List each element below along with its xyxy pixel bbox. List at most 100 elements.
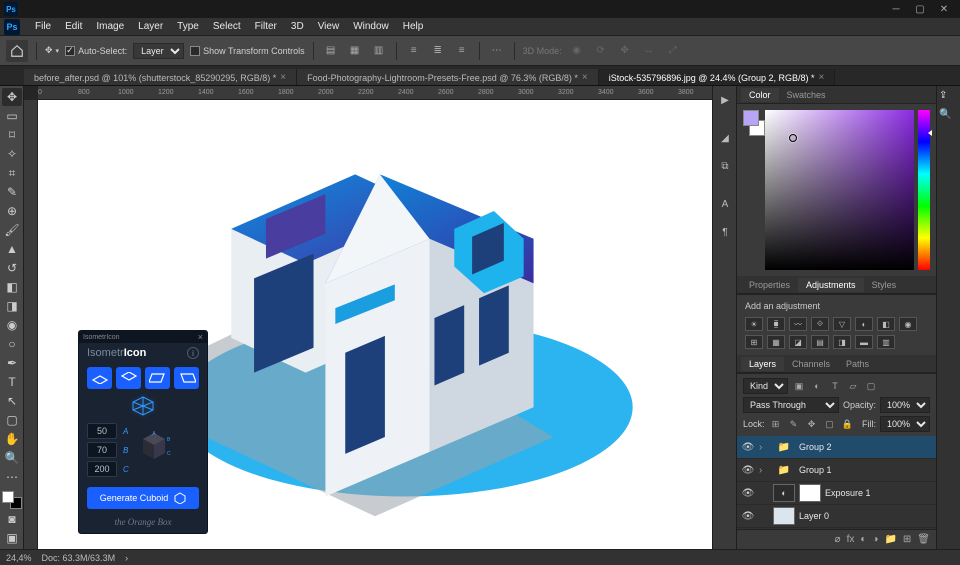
edit-toolbar[interactable]: ⋯ xyxy=(2,468,22,486)
hue-marker-icon[interactable] xyxy=(928,130,932,136)
adj-hue-icon[interactable]: ◐ xyxy=(855,317,873,331)
zoom-level[interactable]: 24,4% xyxy=(6,553,32,563)
menu-help[interactable]: Help xyxy=(396,19,431,34)
layer-row[interactable]: 👁 › 📁 Group 1 xyxy=(737,459,936,482)
layer-row[interactable]: 👁 Layer 0 xyxy=(737,505,936,528)
adj-threshold-icon[interactable]: ◨ xyxy=(833,335,851,349)
tab-adjustments[interactable]: Adjustments xyxy=(798,278,864,292)
input-b[interactable] xyxy=(87,442,117,458)
adj-selective-icon[interactable]: ▥ xyxy=(877,335,895,349)
chevron-icon[interactable]: › xyxy=(759,465,769,476)
adj-poster-icon[interactable]: ▤ xyxy=(811,335,829,349)
adj-ch-mixer-icon[interactable]: ⊞ xyxy=(745,335,763,349)
doc-size[interactable]: Doc: 63.3M/63.3M xyxy=(42,553,116,563)
shape-tool[interactable]: ▢ xyxy=(2,411,22,429)
crop-tool[interactable]: ⌗ xyxy=(2,164,22,182)
doc-tab[interactable]: Food-Photography-Lightroom-Presets-Free.… xyxy=(297,69,599,85)
layer-fx-icon[interactable]: fx xyxy=(847,534,855,545)
link-layers-icon[interactable]: ⌀ xyxy=(835,534,841,545)
menu-image[interactable]: Image xyxy=(89,19,131,34)
show-transform-checkbox[interactable]: Show Transform Controls xyxy=(190,46,305,56)
iso-face-top-button[interactable] xyxy=(145,367,170,389)
new-adj-icon[interactable]: ◑ xyxy=(872,534,878,545)
iso-face-front-button[interactable] xyxy=(174,367,199,389)
move-tool[interactable]: ✥ xyxy=(2,88,22,106)
input-c[interactable] xyxy=(87,461,117,477)
adj-invert-icon[interactable]: ◪ xyxy=(789,335,807,349)
brush-panel-icon[interactable]: ◢ xyxy=(715,128,735,148)
status-chevron-icon[interactable]: › xyxy=(125,553,128,563)
plugin-header[interactable]: IsometrIcon × xyxy=(79,331,207,343)
tab-channels[interactable]: Channels xyxy=(784,357,838,371)
doc-tab[interactable]: before_after.psd @ 101% (shutterstock_85… xyxy=(24,69,297,85)
blend-mode-dropdown[interactable]: Pass Through xyxy=(743,397,839,413)
3d-slide-icon[interactable]: ↔ xyxy=(640,42,658,60)
adj-exposure-icon[interactable]: ⟐ xyxy=(811,317,829,331)
layer-mask-icon[interactable]: ◐ xyxy=(860,534,866,545)
auto-select-checkbox[interactable]: Auto-Select: xyxy=(65,46,127,56)
tab-paths[interactable]: Paths xyxy=(838,357,877,371)
iso-hex-icon[interactable] xyxy=(79,393,207,423)
maximize-button[interactable]: ▢ xyxy=(908,2,932,16)
align-left-icon[interactable]: ▤ xyxy=(322,42,340,60)
brush-settings-icon[interactable]: ⧉ xyxy=(715,156,735,176)
search-icon[interactable]: 🔍 xyxy=(939,109,958,120)
filter-smart-icon[interactable]: ▢ xyxy=(864,380,878,392)
paragraph-panel-icon[interactable]: ¶ xyxy=(715,222,735,242)
align-right-icon[interactable]: ▥ xyxy=(370,42,388,60)
menu-file[interactable]: File xyxy=(28,19,58,34)
gradient-tool[interactable]: ◨ xyxy=(2,297,22,315)
wand-tool[interactable]: ✧ xyxy=(2,145,22,163)
filter-shape-icon[interactable]: ▱ xyxy=(846,380,860,392)
generate-cuboid-button[interactable]: Generate Cuboid xyxy=(87,487,199,509)
foreground-color-swatch[interactable] xyxy=(2,491,14,503)
color-cursor-icon[interactable] xyxy=(789,134,797,142)
iso-face-right-button[interactable] xyxy=(116,367,141,389)
type-tool[interactable]: T xyxy=(2,373,22,391)
visibility-icon[interactable]: 👁 xyxy=(741,488,755,499)
zoom-tool[interactable]: 🔍 xyxy=(2,449,22,467)
opacity-dropdown[interactable]: 100% xyxy=(880,397,930,413)
visibility-icon[interactable]: 👁 xyxy=(741,511,755,522)
adj-brightness-icon[interactable]: ☀ xyxy=(745,317,763,331)
color-swatch-fg-bg[interactable] xyxy=(743,110,761,270)
adj-bw-icon[interactable]: ◧ xyxy=(877,317,895,331)
menu-layer[interactable]: Layer xyxy=(131,19,170,34)
color-swatches[interactable] xyxy=(2,491,22,509)
screen-mode-tool[interactable]: ▣ xyxy=(2,529,22,547)
ruler-horizontal[interactable]: 0800100012001400160018002000220024002600… xyxy=(38,86,712,100)
brush-tool[interactable]: 🖌 xyxy=(2,221,22,239)
tab-color[interactable]: Color xyxy=(741,88,779,102)
iso-face-left-button[interactable] xyxy=(87,367,112,389)
history-panel-icon[interactable]: ▶ xyxy=(715,90,735,110)
distribute-middle-icon[interactable]: ≣ xyxy=(429,42,447,60)
visibility-icon[interactable]: 👁 xyxy=(741,465,755,476)
visibility-icon[interactable]: 👁 xyxy=(741,442,755,453)
character-panel-icon[interactable]: A xyxy=(715,194,735,214)
quick-mask-tool[interactable]: ◙ xyxy=(2,510,22,528)
close-icon[interactable]: × xyxy=(198,332,203,342)
path-tool[interactable]: ↖ xyxy=(2,392,22,410)
adj-vibrance-icon[interactable]: ▽ xyxy=(833,317,851,331)
menu-type[interactable]: Type xyxy=(170,19,206,34)
input-a[interactable] xyxy=(87,423,117,439)
close-icon[interactable]: × xyxy=(818,72,824,83)
menu-select[interactable]: Select xyxy=(206,19,248,34)
layer-row[interactable]: 👁 ◐ Exposure 1 xyxy=(737,482,936,505)
stamp-tool[interactable]: ▲ xyxy=(2,240,22,258)
minimize-button[interactable]: ─ xyxy=(884,2,908,16)
tab-styles[interactable]: Styles xyxy=(864,278,905,292)
tab-properties[interactable]: Properties xyxy=(741,278,798,292)
color-field[interactable] xyxy=(765,110,914,270)
lock-position-icon[interactable]: ✥ xyxy=(805,418,819,430)
menu-view[interactable]: View xyxy=(311,19,347,34)
layer-row[interactable]: 👁 › 📁 Group 2 xyxy=(737,436,936,459)
more-options-icon[interactable]: ⋯ xyxy=(488,42,506,60)
new-layer-icon[interactable]: ⊞ xyxy=(903,534,911,545)
hue-slider[interactable] xyxy=(918,110,930,270)
new-group-icon[interactable]: 📁 xyxy=(884,534,896,545)
home-icon[interactable] xyxy=(6,40,28,62)
filter-adjust-icon[interactable]: ◐ xyxy=(810,380,824,392)
close-button[interactable]: ✕ xyxy=(932,2,956,16)
lock-artboard-icon[interactable]: ▢ xyxy=(823,418,837,430)
